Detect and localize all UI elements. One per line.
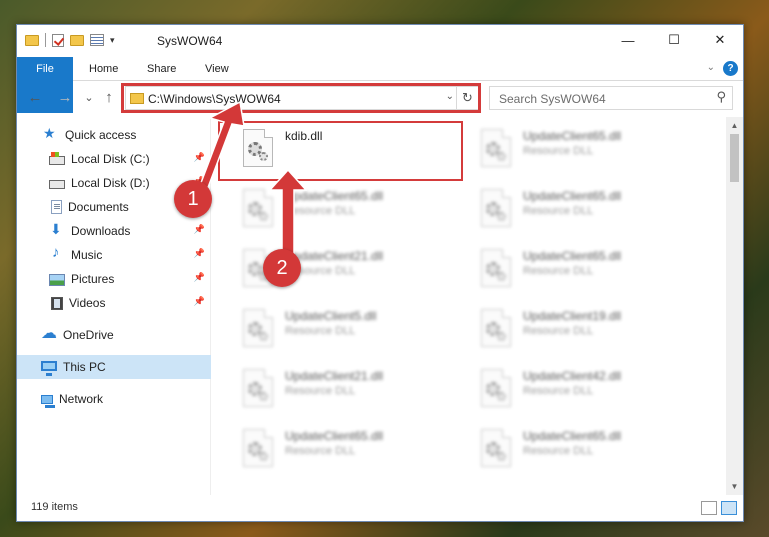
annotation-arrows	[195, 100, 308, 267]
step-2-marker: 2	[263, 249, 301, 287]
step-1-marker: 1	[174, 180, 212, 218]
